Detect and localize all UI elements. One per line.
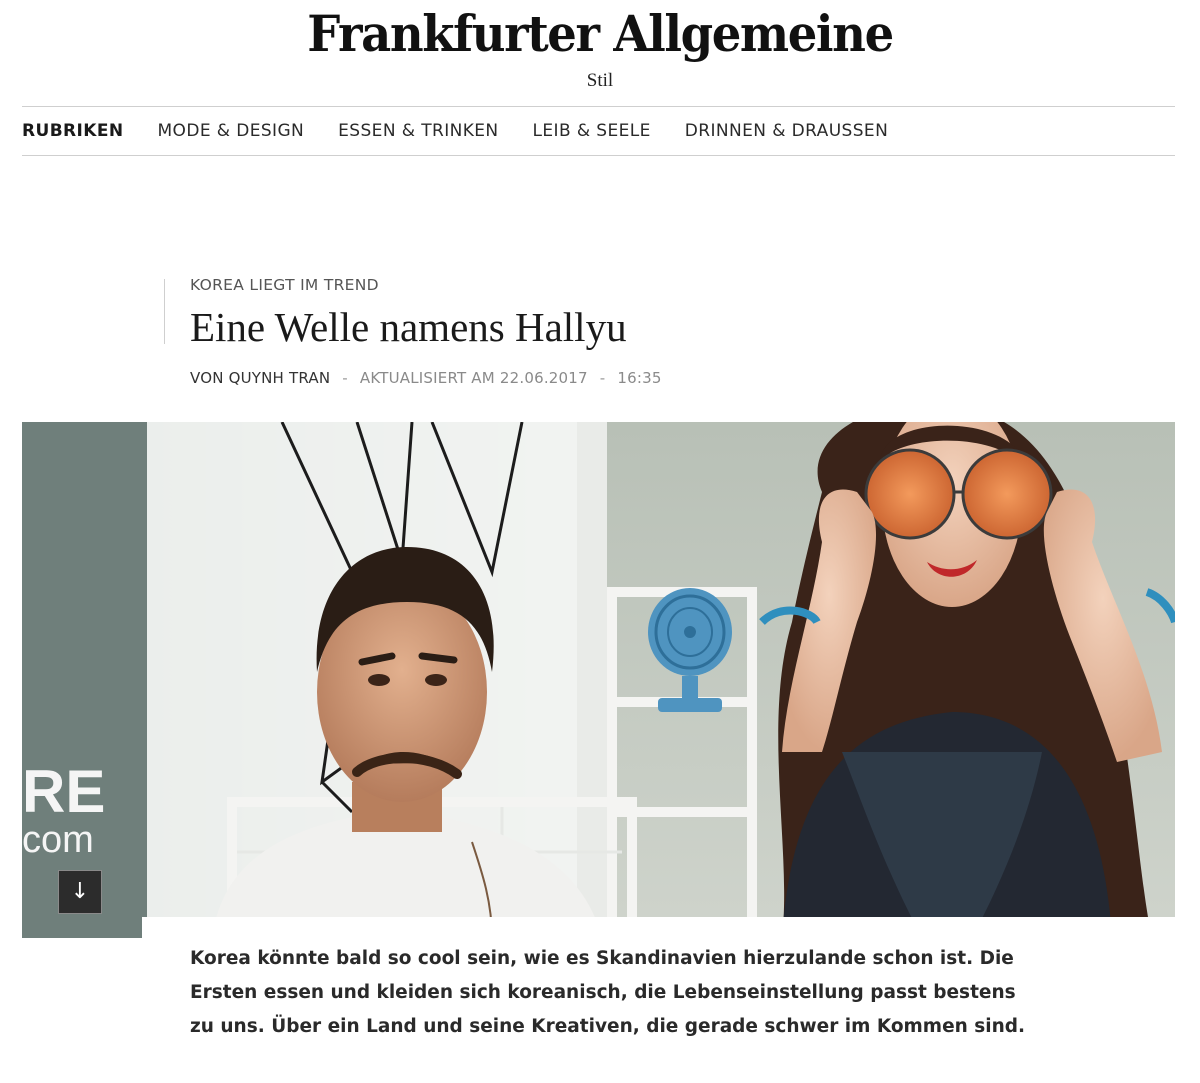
article-headline: Eine Welle namens Hallyu (190, 304, 627, 350)
meta-separator: - (599, 369, 606, 387)
article-time: 16:35 (617, 369, 662, 387)
section-title[interactable]: Stil (0, 70, 1200, 92)
scroll-down-button[interactable]: ↓ (58, 870, 102, 914)
nav-item-rubriken[interactable]: RUBRIKEN (22, 121, 123, 141)
hero-image: RE com (22, 422, 1175, 938)
article-updated: AKTUALISIERT AM 22.06.2017 (359, 369, 588, 387)
kicker-divider (164, 279, 165, 344)
nav-item-leib-seele[interactable]: LEIB & SEELE (533, 121, 651, 141)
meta-separator: - (342, 369, 348, 387)
poster-text-re: RE (22, 758, 105, 825)
arrow-down-icon: ↓ (70, 879, 90, 904)
nav-item-essen-trinken[interactable]: ESSEN & TRINKEN (338, 121, 498, 141)
newspaper-logo[interactable]: Frankfurter Allgemeine (42, 2, 1158, 66)
article-meta: VON QUYNH TRAN - AKTUALISIERT AM 22.06.2… (190, 369, 662, 387)
nav-item-mode-design[interactable]: MODE & DESIGN (157, 121, 304, 141)
section-nav: RUBRIKEN MODE & DESIGN ESSEN & TRINKEN L… (22, 106, 1175, 156)
poster-text-com: com (22, 819, 94, 861)
nav-item-drinnen-draussen[interactable]: DRINNEN & DRAUSSEN (685, 121, 888, 141)
article-kicker: KOREA LIEGT IM TREND (190, 276, 379, 294)
article-author[interactable]: VON QUYNH TRAN (190, 369, 330, 387)
article-teaser: Korea könnte bald so cool sein, wie es S… (190, 948, 1026, 1037)
masthead: Frankfurter Allgemeine Stil (0, 0, 1200, 106)
